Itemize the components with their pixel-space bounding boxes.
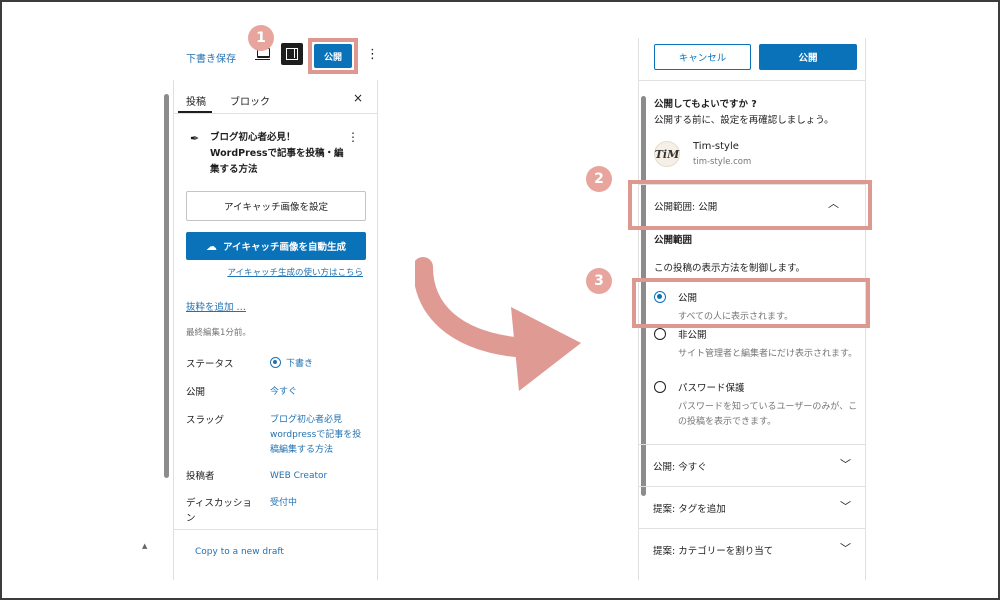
- meta-label-slug: スラッグ: [186, 415, 225, 426]
- meta-label-author: 投稿者: [186, 471, 215, 482]
- chevron-down-icon[interactable]: ﹀: [840, 540, 851, 556]
- cloud-icon: ☁: [205, 239, 217, 253]
- copy-to-draft-link[interactable]: Copy to a new draft: [195, 547, 284, 557]
- save-draft-button[interactable]: 下書き保存: [186, 50, 236, 65]
- step-badge-3: 3: [586, 268, 612, 294]
- confirm-publish-button[interactable]: 公開: [759, 44, 857, 70]
- divider: [174, 113, 377, 114]
- radio-private[interactable]: [654, 328, 666, 340]
- auto-generate-featured-image-button[interactable]: ☁ アイキャッチ画像を自動生成: [186, 232, 366, 260]
- publish-date-link[interactable]: 今すぐ: [270, 385, 370, 400]
- row-label: 提案: タグを追加: [653, 504, 726, 515]
- prepublish-panel: キャンセル 公開 公開してもよいですか ? 公開する前に、設定を再確認しましょう…: [628, 38, 872, 580]
- site-logo: TiM: [654, 141, 680, 167]
- row-label: 公開: 今すぐ: [653, 462, 707, 473]
- site-url: tim-style.com: [693, 157, 752, 167]
- confirm-subtitle: 公開する前に、設定を再確認しましょう。: [654, 115, 834, 126]
- tags-suggestion-row[interactable]: 提案: タグを追加 ﹀: [639, 486, 865, 528]
- author-link[interactable]: WEB Creator: [270, 469, 370, 484]
- divider: [639, 80, 865, 81]
- row-label: 提案: カテゴリーを割り当て: [653, 546, 774, 557]
- post-title: ブログ初心者必見！WordPressで記事を投稿・編集する方法: [210, 132, 344, 175]
- meta-label-publish: 公開: [186, 387, 206, 398]
- set-featured-image-button[interactable]: アイキャッチ画像を設定: [186, 191, 366, 221]
- post-actions-icon[interactable]: ⋮: [347, 130, 359, 144]
- radio-password[interactable]: [654, 381, 666, 393]
- more-options-icon[interactable]: ⋮: [366, 47, 379, 62]
- slug-link[interactable]: ブログ初心者必見wordpressで記事を投稿編集する方法: [270, 413, 370, 458]
- step-badge-2: 2: [586, 166, 612, 192]
- public-option-highlight-box: [632, 278, 870, 328]
- post-icon: ✒: [190, 132, 200, 145]
- confirm-title: 公開してもよいですか ?: [654, 99, 757, 110]
- chevron-down-icon[interactable]: ﹀: [840, 456, 851, 472]
- chevron-down-icon[interactable]: ﹀: [840, 498, 851, 514]
- scrollbar-thumb[interactable]: [164, 94, 169, 478]
- category-suggestion-row[interactable]: 提案: カテゴリーを割り当て ﹀: [639, 528, 865, 576]
- howto-link[interactable]: アイキャッチ生成の使い方はこちら: [227, 266, 363, 278]
- settings-sidebar: 投稿 ブロック × ✒ ブログ初心者必見！WordPressで記事を投稿・編集す…: [173, 80, 378, 580]
- visibility-label: 公開範囲: [654, 235, 693, 246]
- close-icon[interactable]: ×: [353, 91, 363, 105]
- settings-toggle-icon[interactable]: [281, 43, 303, 65]
- meta-label-status: ステータス: [186, 359, 234, 370]
- last-edited-text: 最終編集1分前。: [186, 328, 251, 338]
- discussion-link[interactable]: 受付中: [270, 496, 370, 511]
- visibility-description: この投稿の表示方法を制御します。: [654, 263, 806, 274]
- publish-date-row[interactable]: 公開: 今すぐ ﹀: [639, 444, 865, 486]
- status-link[interactable]: 下書き: [270, 357, 370, 372]
- option-label: パスワード保護: [678, 383, 745, 394]
- curved-arrow-icon: [415, 257, 581, 391]
- divider: [174, 529, 377, 530]
- meta-label-discussion: ディスカッション: [186, 498, 252, 524]
- option-help: サイト管理者と編集者にだけ表示されます。: [678, 349, 858, 359]
- option-label: 非公開: [678, 330, 707, 341]
- step-badge-1: 1: [248, 25, 274, 51]
- visibility-highlight-box: [628, 180, 872, 230]
- cancel-button[interactable]: キャンセル: [654, 44, 751, 70]
- auto-generate-label: アイキャッチ画像を自動生成: [222, 242, 347, 253]
- option-help: パスワードを知っているユーザーのみが、この投稿を表示できます。: [678, 402, 858, 427]
- add-excerpt-link[interactable]: 抜粋を追加 …: [186, 299, 246, 313]
- publish-button[interactable]: 公開: [314, 44, 352, 68]
- tab-block[interactable]: ブロック: [230, 93, 270, 108]
- editor-panel-left: ▲ 投稿 ブロック × ✒ ブログ初心者必見！WordPressで記事を投稿・編…: [140, 80, 380, 580]
- site-name: Tim-style: [693, 141, 739, 152]
- draft-status-icon: [270, 357, 281, 368]
- scroll-up-icon[interactable]: ▲: [142, 542, 147, 550]
- tab-post[interactable]: 投稿: [186, 93, 206, 108]
